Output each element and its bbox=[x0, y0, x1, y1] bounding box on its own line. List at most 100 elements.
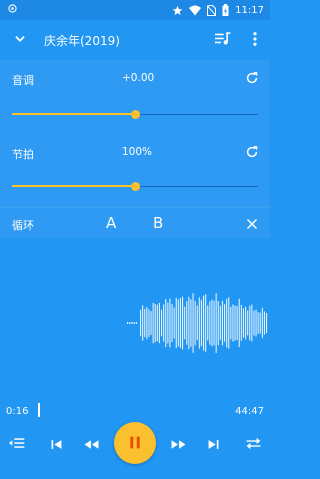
collapse-button[interactable] bbox=[0, 20, 40, 60]
waveform-bar bbox=[205, 294, 207, 352]
total-time: 44:47 bbox=[235, 406, 264, 417]
waveform-bar bbox=[217, 301, 219, 346]
waveform-bar bbox=[228, 297, 230, 349]
loop-point-a-button[interactable]: A bbox=[106, 214, 116, 232]
waveform-bar bbox=[190, 299, 192, 347]
refresh-icon bbox=[245, 144, 259, 163]
waveform-bar bbox=[152, 302, 154, 344]
playlist-icon bbox=[215, 31, 231, 50]
waveform-bar bbox=[175, 297, 177, 349]
waveform-lead-dots bbox=[127, 322, 137, 324]
wifi-icon bbox=[189, 5, 202, 16]
waveform-bars bbox=[140, 293, 268, 353]
waveform-bar bbox=[142, 305, 144, 341]
waveform-bar bbox=[221, 300, 223, 346]
waveform-bar bbox=[242, 308, 244, 338]
waveform-bar bbox=[171, 304, 173, 342]
waveform-bar bbox=[200, 299, 202, 347]
fast-forward-button[interactable] bbox=[165, 431, 191, 457]
toolbar: 庆余年(2019) bbox=[0, 20, 270, 60]
waveform-bar bbox=[207, 305, 209, 341]
waveform-bar bbox=[184, 306, 186, 340]
waveform-bar bbox=[156, 304, 158, 342]
close-icon bbox=[246, 215, 258, 234]
waveform-bar bbox=[209, 301, 211, 345]
rewind-icon bbox=[84, 435, 99, 454]
loop-point-b-button[interactable]: B bbox=[153, 214, 163, 232]
loop-clear-button[interactable] bbox=[243, 215, 261, 233]
tempo-value: 100% bbox=[122, 146, 153, 158]
waveform-area[interactable] bbox=[0, 238, 270, 388]
waveform-dot bbox=[129, 322, 131, 324]
pause-button[interactable] bbox=[114, 422, 156, 464]
waveform-bar bbox=[245, 306, 247, 340]
queue-button[interactable] bbox=[4, 431, 30, 457]
waveform-bar bbox=[196, 305, 198, 341]
waveform-bar bbox=[240, 305, 242, 341]
rewind-button[interactable] bbox=[78, 431, 104, 457]
waveform-bar bbox=[230, 306, 232, 340]
skip-next-icon bbox=[208, 435, 219, 454]
pitch-reset-button[interactable] bbox=[243, 70, 261, 88]
playlist-button[interactable] bbox=[206, 20, 240, 60]
playhead-marker[interactable] bbox=[38, 403, 40, 417]
tempo-label: 节拍 bbox=[12, 148, 34, 161]
waveform-bar bbox=[154, 303, 156, 343]
waveform-bar bbox=[259, 312, 261, 334]
waveform-bar bbox=[249, 305, 251, 341]
waveform-bar bbox=[219, 305, 221, 341]
skip-previous-button[interactable] bbox=[43, 431, 69, 457]
tempo-slider-fill bbox=[12, 185, 135, 187]
waveform-bar bbox=[167, 302, 169, 344]
waveform-bar bbox=[146, 306, 148, 340]
waveform-bar bbox=[257, 312, 259, 334]
waveform-bar bbox=[232, 304, 234, 342]
waveform-bar bbox=[150, 311, 152, 335]
playlist-add-icon bbox=[9, 435, 25, 454]
waveform-bar bbox=[226, 298, 228, 348]
waveform-bar bbox=[215, 293, 217, 353]
waveform-bar bbox=[192, 293, 194, 353]
playback-controls bbox=[0, 422, 270, 479]
waveform-bar bbox=[140, 309, 142, 337]
waveform-bar bbox=[165, 299, 167, 348]
waveform-dot bbox=[135, 322, 137, 324]
waveform-bar bbox=[263, 311, 265, 335]
waveform-bar bbox=[211, 299, 213, 347]
no-sim-icon bbox=[207, 4, 217, 16]
pitch-slider[interactable] bbox=[12, 109, 258, 121]
pitch-label: 音调 bbox=[12, 74, 34, 87]
waveform-dot bbox=[127, 322, 129, 324]
tempo-slider-thumb[interactable] bbox=[130, 182, 140, 191]
skip-previous-icon bbox=[51, 435, 62, 454]
waveform-bar bbox=[247, 310, 249, 336]
time-row: 0:16 44:47 bbox=[0, 400, 270, 420]
tempo-reset-button[interactable] bbox=[243, 144, 261, 162]
waveform-dot bbox=[131, 322, 133, 324]
waveform-bar bbox=[144, 309, 146, 337]
more-options-button[interactable] bbox=[240, 20, 270, 60]
waveform-bar bbox=[182, 296, 184, 350]
more-vert-icon bbox=[253, 31, 257, 50]
waveform-bar bbox=[213, 300, 215, 346]
waveform-bar bbox=[177, 299, 179, 347]
status-time: 11:17 bbox=[235, 4, 264, 16]
skip-next-button[interactable] bbox=[200, 431, 226, 457]
waveform-bar bbox=[158, 303, 160, 344]
star-icon bbox=[172, 5, 183, 16]
waveform-bar bbox=[234, 305, 236, 341]
loop-label: 循环 bbox=[12, 219, 34, 232]
waveform-dot bbox=[133, 322, 135, 324]
waveform bbox=[127, 293, 268, 353]
repeat-mode-button[interactable] bbox=[240, 431, 266, 457]
swap-arrows-icon bbox=[246, 435, 261, 454]
pitch-value: +0.00 bbox=[122, 72, 155, 84]
pitch-slider-thumb[interactable] bbox=[130, 110, 140, 119]
waveform-bar bbox=[251, 304, 253, 342]
waveform-bar bbox=[179, 298, 181, 348]
app-notification-icon bbox=[8, 4, 17, 16]
tempo-slider[interactable] bbox=[12, 181, 258, 193]
waveform-bar bbox=[261, 307, 263, 339]
track-title: 庆余年(2019) bbox=[44, 33, 120, 48]
fast-forward-icon bbox=[171, 435, 186, 454]
